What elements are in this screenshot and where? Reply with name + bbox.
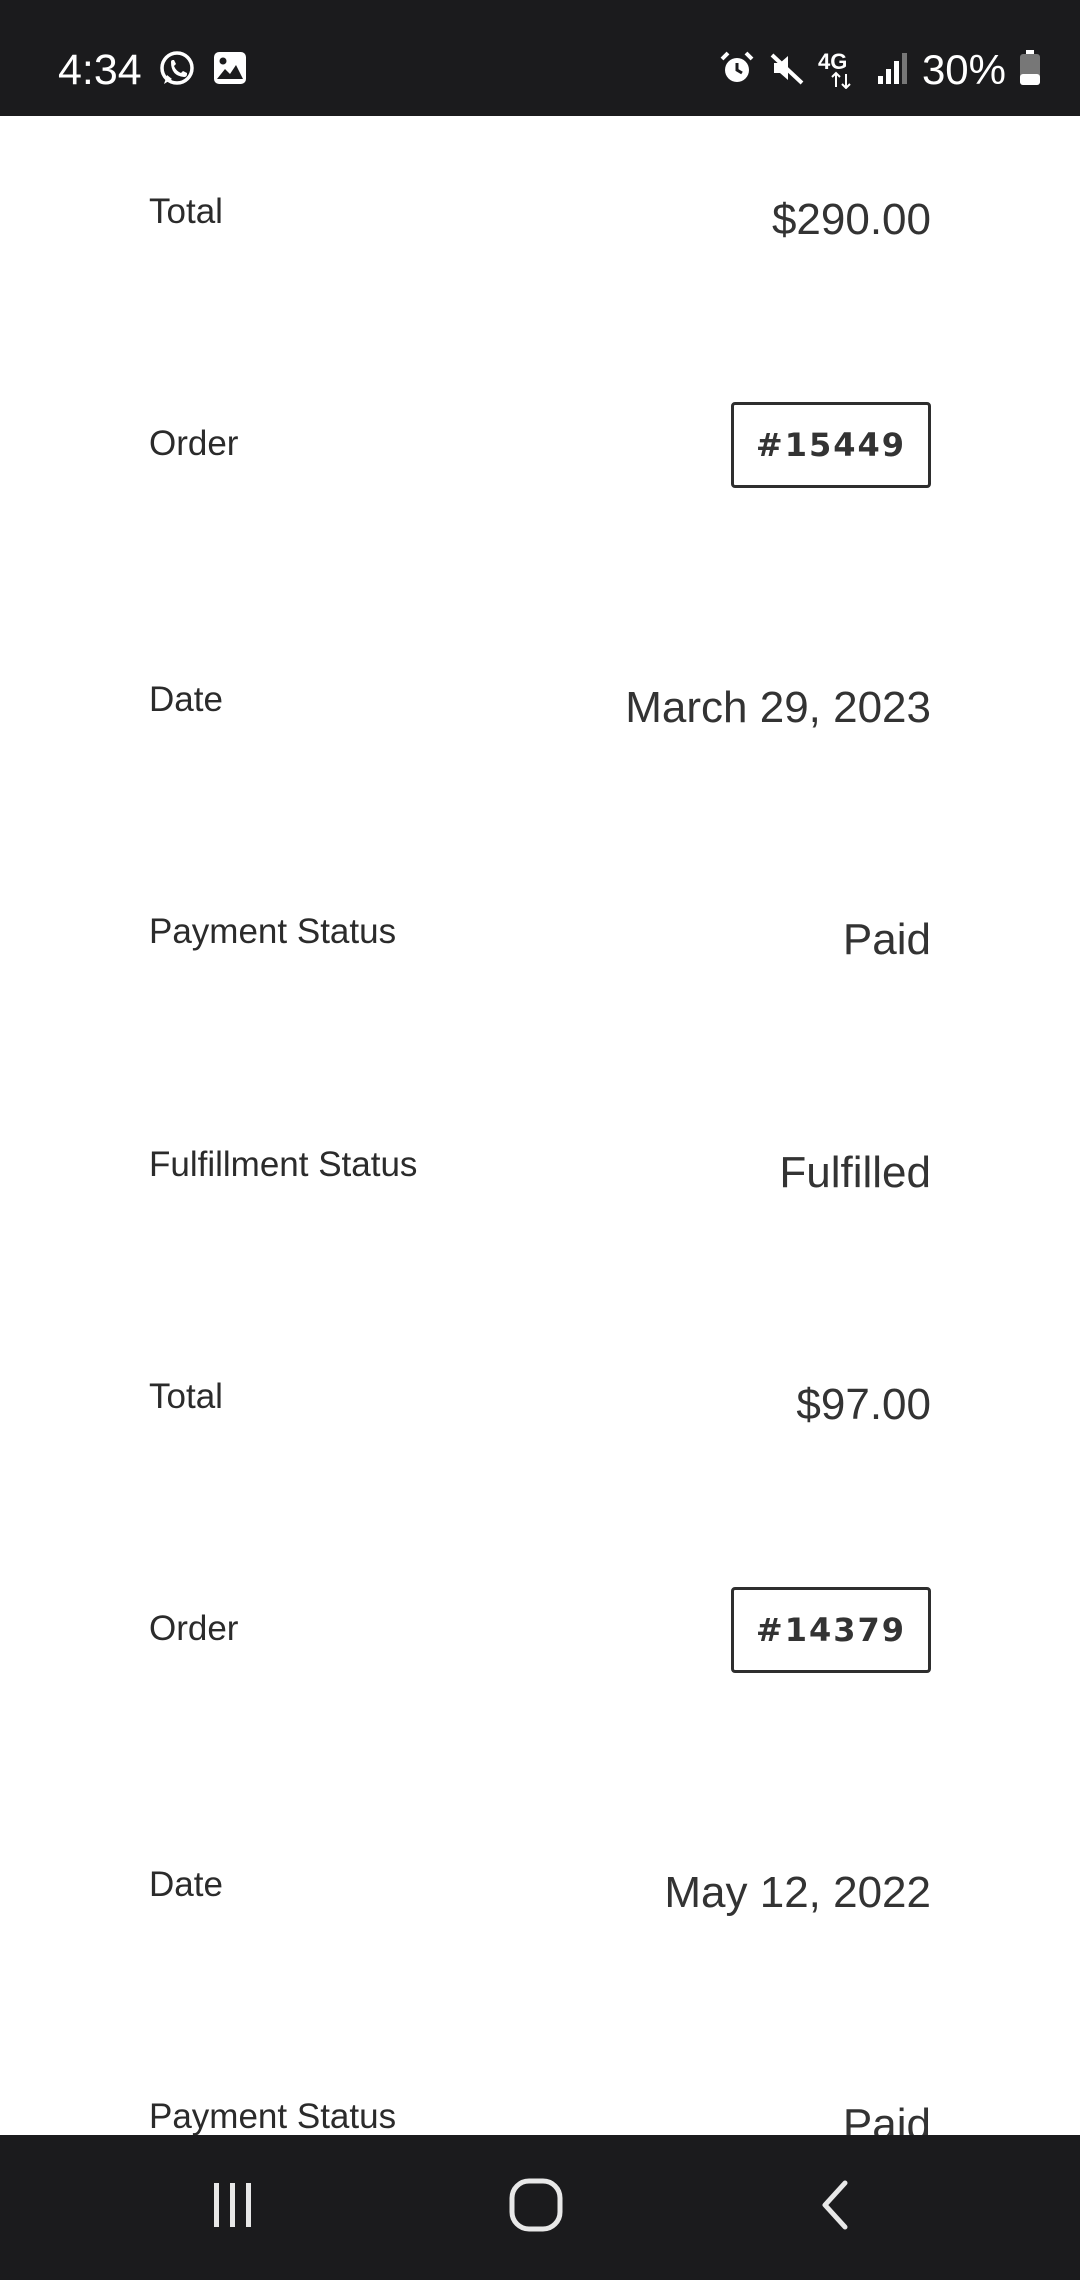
network-4g-icon: 4G [818, 47, 864, 94]
gallery-icon [212, 50, 248, 93]
total-value: $97.00 [796, 1380, 931, 1429]
order-label: Order [149, 1609, 239, 1648]
fulfillment-status-value: Fulfilled [779, 1148, 931, 1197]
order-date-row: Date March 29, 2023 [149, 678, 931, 798]
status-bar: 4:34 4G 30% [0, 0, 1080, 116]
signal-icon [876, 50, 910, 91]
alarm-icon [718, 49, 756, 92]
status-time: 4:34 [58, 46, 142, 94]
mute-icon [768, 49, 806, 92]
date-label: Date [149, 680, 223, 719]
payment-status-label: Payment Status [149, 2097, 397, 2135]
date-value: May 12, 2022 [664, 1868, 931, 1917]
whatsapp-icon [158, 50, 196, 93]
order-number-row: Order #14379 [149, 1587, 931, 1727]
date-value: March 29, 2023 [625, 683, 931, 732]
payment-status-row: Payment Status Paid [149, 2095, 931, 2135]
total-label: Total [149, 1377, 223, 1416]
payment-status-row: Payment Status Paid [149, 910, 931, 1030]
home-button[interactable] [476, 2157, 596, 2257]
order-number-button[interactable]: #15449 [731, 402, 931, 488]
order-date-row: Date May 12, 2022 [149, 1863, 931, 1983]
battery-icon [1018, 49, 1042, 92]
order-total-row: Total $290.00 [149, 190, 931, 310]
order-number-row: Order #15449 [149, 402, 931, 542]
back-button[interactable] [777, 2157, 897, 2257]
order-label: Order [149, 424, 239, 463]
svg-text:4G: 4G [818, 49, 847, 74]
order-number-button[interactable]: #14379 [731, 1587, 931, 1673]
payment-status-label: Payment Status [149, 912, 397, 951]
recent-apps-button[interactable] [173, 2157, 293, 2257]
fulfillment-status-label: Fulfillment Status [149, 1145, 418, 1184]
home-icon [506, 2175, 566, 2240]
order-total-row: Total $97.00 [149, 1375, 931, 1495]
back-icon [807, 2175, 867, 2240]
battery-percent: 30% [921, 46, 1006, 93]
payment-status-value: Paid [842, 915, 931, 964]
order-list[interactable]: Total $290.00 Order #15449 Date March 29… [0, 116, 1080, 2135]
recent-apps-icon [203, 2175, 263, 2240]
navigation-bar [0, 2135, 1080, 2280]
payment-status-value: Paid [842, 2100, 931, 2135]
date-label: Date [149, 1865, 223, 1904]
total-value: $290.00 [771, 195, 931, 244]
fulfillment-status-row: Fulfillment Status Fulfilled [149, 1143, 931, 1263]
total-label: Total [149, 192, 223, 231]
